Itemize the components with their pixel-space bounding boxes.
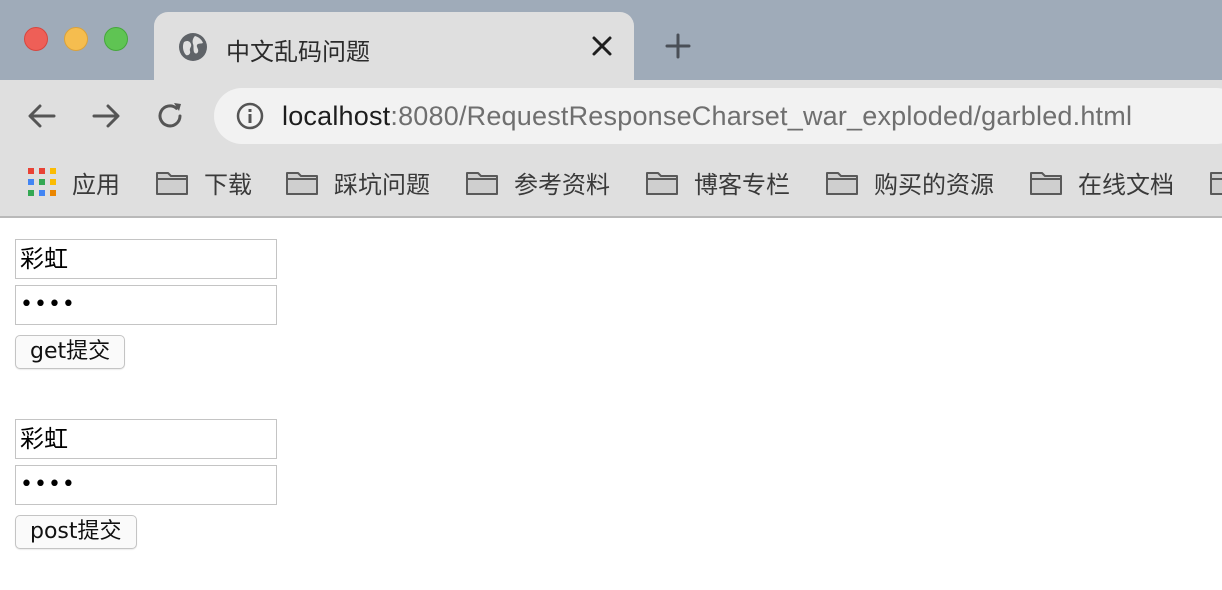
forward-arrow-icon[interactable] [90, 100, 122, 132]
title-bar: 中文乱码问题 [0, 0, 1222, 80]
folder-icon [1030, 172, 1062, 195]
info-icon[interactable] [236, 102, 264, 130]
get-submit-button[interactable]: get提交 [15, 335, 126, 369]
url-host: localhost [282, 101, 391, 131]
bookmarks-bar: 应用 下载 踩坑问题 参考资料 博客专栏 购买的资源 在线文档 [0, 152, 1222, 218]
folder-icon [156, 172, 188, 195]
post-username-input[interactable]: 彩虹 [15, 419, 277, 459]
reload-icon[interactable] [154, 100, 186, 132]
globe-icon [179, 33, 207, 61]
address-bar[interactable]: localhost:8080/RequestResponseCharset_wa… [214, 88, 1222, 144]
apps-grid-icon [28, 168, 56, 196]
bookmark-label: 踩坑问题 [334, 171, 430, 199]
folder-icon [1210, 172, 1222, 195]
url-text[interactable]: localhost:8080/RequestResponseCharset_wa… [282, 101, 1132, 132]
bookmark-folder-docs[interactable]: 在线文档 [1030, 164, 1174, 200]
maximize-window-button[interactable] [104, 27, 128, 51]
folder-icon [826, 172, 858, 195]
new-tab-icon[interactable] [664, 32, 692, 60]
close-window-button[interactable] [24, 27, 48, 51]
bookmark-folder-blog[interactable]: 博客专栏 [646, 164, 790, 200]
bookmark-folder-overflow[interactable] [1210, 164, 1222, 200]
browser-toolbar: localhost:8080/RequestResponseCharset_wa… [0, 80, 1222, 152]
bookmark-folder-references[interactable]: 参考资料 [466, 164, 610, 200]
bookmark-folder-pitfalls[interactable]: 踩坑问题 [286, 164, 430, 200]
folder-icon [466, 172, 498, 195]
bookmark-label: 参考资料 [514, 171, 610, 199]
folder-icon [286, 172, 318, 195]
page-content: 彩虹 •••• get提交 彩虹 •••• post提交 [0, 218, 1222, 590]
close-tab-icon[interactable] [590, 34, 614, 58]
bookmark-label: 购买的资源 [874, 171, 994, 199]
get-password-input[interactable]: •••• [15, 285, 277, 325]
bookmark-apps[interactable]: 应用 [28, 164, 120, 200]
browser-window: 中文乱码问题 localhost:8080/RequestResponseCha… [0, 0, 1222, 590]
minimize-window-button[interactable] [64, 27, 88, 51]
bookmark-label: 博客专栏 [694, 171, 790, 199]
bookmark-folder-download[interactable]: 下载 [156, 164, 252, 200]
bookmark-folder-purchased[interactable]: 购买的资源 [826, 164, 994, 200]
folder-icon [646, 172, 678, 195]
post-submit-button[interactable]: post提交 [15, 515, 137, 549]
post-password-input[interactable]: •••• [15, 465, 277, 505]
back-arrow-icon[interactable] [26, 100, 58, 132]
bookmark-label: 应用 [72, 171, 120, 199]
active-tab[interactable]: 中文乱码问题 [154, 12, 634, 80]
bookmark-label: 下载 [204, 171, 252, 199]
url-path: :8080/RequestResponseCharset_war_explode… [390, 101, 1133, 131]
tab-title: 中文乱码问题 [226, 39, 370, 66]
get-username-input[interactable]: 彩虹 [15, 239, 277, 279]
bookmark-label: 在线文档 [1078, 171, 1174, 199]
